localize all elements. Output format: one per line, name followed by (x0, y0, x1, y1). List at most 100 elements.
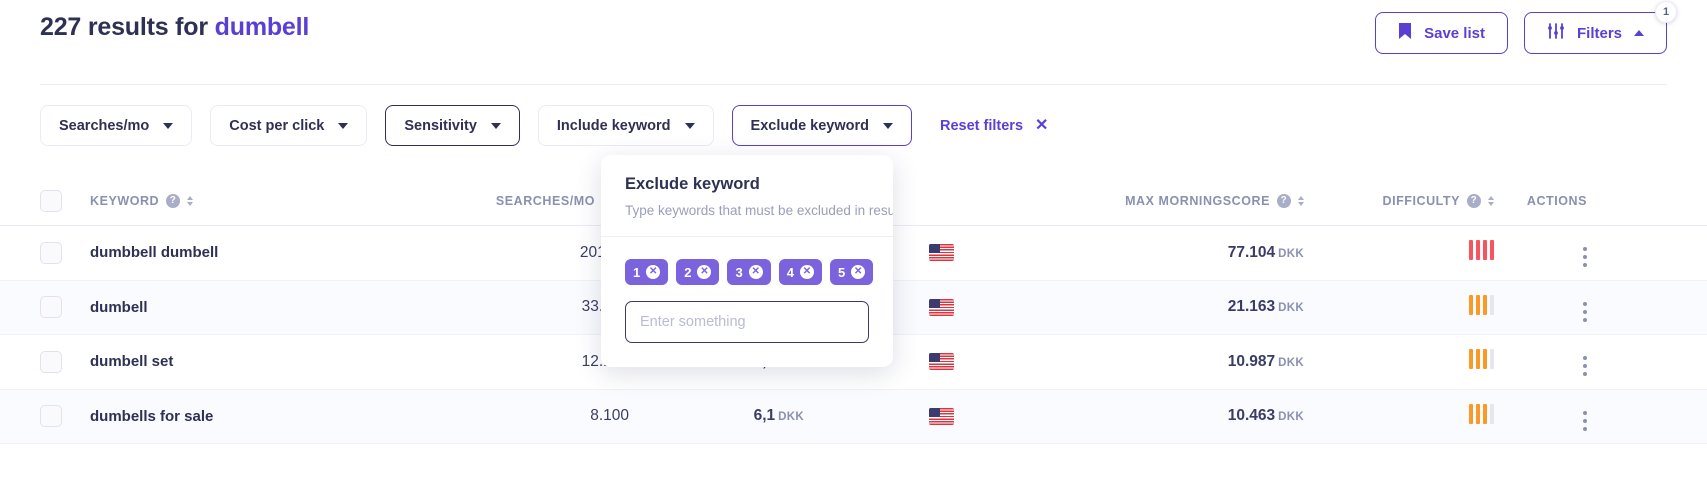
row-select-checkbox[interactable] (40, 241, 62, 264)
page-title: 227 results for dumbell (40, 8, 309, 46)
cell-difficulty (1304, 349, 1494, 374)
remove-tag-icon[interactable]: ✕ (646, 265, 661, 280)
column-header-keyword[interactable]: KEYWORD ? (90, 193, 432, 208)
filters-button-wrapper: Filters 1 (1523, 1, 1677, 54)
excluded-keyword-tags: 1 ✕ 2 ✕ 3 ✕ 4 ✕ 5 ✕ (625, 259, 874, 286)
excluded-keyword-tag[interactable]: 4 ✕ (778, 259, 822, 286)
row-select-checkbox[interactable] (40, 405, 62, 428)
row-menu-icon[interactable] (1583, 247, 1587, 268)
help-icon[interactable]: ? (1277, 193, 1291, 208)
filters-label: Filters (1576, 24, 1622, 42)
cell-max-morningscore: 21.163 DKK (954, 298, 1304, 316)
help-icon[interactable]: ? (1467, 193, 1481, 208)
cell-searches-mo: 33.100 (432, 298, 629, 316)
cell-keyword[interactable]: dumbell (90, 299, 432, 316)
cell-keyword[interactable]: dumbbell dumbell (90, 244, 432, 261)
row-select-checkbox[interactable] (40, 350, 62, 373)
help-icon[interactable]: ? (166, 193, 181, 208)
filters-count-badge: 1 (1655, 1, 1677, 23)
difficulty-bar (1476, 403, 1480, 424)
row-menu-icon[interactable] (1583, 356, 1587, 377)
remove-tag-icon[interactable]: ✕ (748, 265, 763, 280)
save-list-label: Save list (1424, 24, 1485, 42)
excluded-keyword-tag[interactable]: 5 ✕ (829, 259, 874, 286)
cell-actions (1494, 238, 1587, 268)
column-header-max-morningscore[interactable]: MAX MORNINGSCORE ? (954, 193, 1304, 208)
remove-tag-icon[interactable]: ✕ (851, 265, 866, 280)
difficulty-bars (1469, 403, 1494, 424)
us-flag-icon (929, 298, 954, 316)
tag-label: 4 (786, 264, 794, 280)
difficulty-bar (1476, 349, 1480, 370)
chevron-down-icon (163, 122, 174, 129)
filter-chip-searches-mo[interactable]: Searches/mo (40, 105, 193, 146)
panel-subtitle: Type keywords that must be excluded in r… (625, 203, 893, 218)
reset-filters-label: Reset filters (940, 117, 1024, 134)
select-all-checkbox[interactable] (40, 189, 62, 212)
us-flag-icon (929, 244, 954, 262)
chevron-down-icon (684, 122, 695, 129)
us-flag-icon (929, 353, 954, 371)
cell-keyword[interactable]: dumbells for sale (90, 408, 432, 425)
tag-label: 1 (633, 264, 641, 280)
header-divider (40, 84, 1667, 85)
page-header: 227 results for dumbell Save list Filter… (0, 0, 1707, 84)
column-header-searches-mo[interactable]: SEARCHES/MO ? (432, 193, 629, 208)
filter-chip-exclude-keyword[interactable]: Exclude keyword (731, 105, 912, 146)
difficulty-bar (1469, 294, 1473, 315)
difficulty-bar (1483, 240, 1487, 261)
cell-searches-mo: 201,0K (432, 244, 629, 262)
score-value: 10.463 (1227, 407, 1276, 425)
column-label: DIFFICULTY (1382, 193, 1460, 208)
sort-icon[interactable] (187, 195, 194, 206)
row-select-cell (40, 405, 90, 428)
tag-label: 2 (684, 264, 692, 280)
filter-chip-label: Cost per click (229, 117, 325, 134)
filter-chip-label: Include keyword (556, 117, 671, 134)
column-label: MAX MORNINGSCORE (1125, 193, 1270, 208)
row-select-cell (40, 241, 90, 264)
reset-filters-button[interactable]: Reset filters ✕ (940, 117, 1048, 134)
filter-chip-label: Sensitivity (404, 117, 477, 134)
cpc-value: 6,1 (753, 407, 776, 425)
cell-actions (1494, 293, 1587, 322)
cell-max-morningscore: 10.987 DKK (954, 353, 1304, 371)
panel-header: Exclude keyword Type keywords that must … (601, 155, 893, 238)
remove-tag-icon[interactable]: ✕ (697, 265, 712, 280)
cell-searches-mo: 12.100 (432, 353, 629, 371)
excluded-keyword-tag[interactable]: 2 ✕ (676, 259, 720, 286)
filter-chip-cost-per-click[interactable]: Cost per click (210, 105, 368, 146)
exclude-keyword-input[interactable] (625, 301, 869, 344)
remove-tag-icon[interactable]: ✕ (799, 265, 814, 280)
cell-difficulty (1304, 240, 1494, 265)
score-unit: DKK (1278, 302, 1304, 315)
column-label: ACTIONS (1526, 193, 1587, 208)
column-label: KEYWORD (90, 193, 160, 208)
filters-button[interactable]: Filters (1523, 12, 1667, 54)
cell-searches-mo: 8.100 (590, 407, 629, 425)
row-menu-icon[interactable] (1583, 410, 1587, 431)
filter-chip-sensitivity[interactable]: Sensitivity (385, 105, 520, 146)
difficulty-bar (1469, 403, 1473, 424)
row-select-cell (40, 350, 90, 373)
cell-difficulty (1304, 294, 1494, 320)
panel-title: Exclude keyword (625, 175, 760, 193)
column-label: SEARCHES/MO (495, 193, 595, 208)
score-unit: DKK (1278, 411, 1304, 424)
filter-chip-label: Exclude keyword (750, 117, 869, 134)
row-menu-icon[interactable] (1583, 301, 1587, 322)
panel-body: 1 ✕ 2 ✕ 3 ✕ 4 ✕ 5 ✕ (601, 237, 893, 367)
cell-keyword[interactable]: dumbell set (90, 353, 432, 370)
difficulty-bar (1483, 294, 1487, 315)
column-header-difficulty[interactable]: DIFFICULTY ? (1304, 193, 1494, 208)
cell-difficulty (1304, 403, 1494, 429)
save-list-button[interactable]: Save list (1375, 12, 1508, 54)
filter-chip-include-keyword[interactable]: Include keyword (537, 105, 714, 146)
row-select-checkbox[interactable] (40, 296, 62, 319)
excluded-keyword-tag[interactable]: 3 ✕ (727, 259, 771, 286)
excluded-keyword-tag[interactable]: 1 ✕ (625, 259, 669, 286)
table-row[interactable]: dumbells for sale 8.100 6,1 DKK 10.463 DKK (0, 389, 1707, 444)
search-term: dumbell (214, 13, 310, 41)
keyword-results-page: 227 results for dumbell Save list Filter… (0, 0, 1707, 500)
filter-bar: Searches/mo Cost per click Sensitivity I… (40, 105, 1048, 146)
